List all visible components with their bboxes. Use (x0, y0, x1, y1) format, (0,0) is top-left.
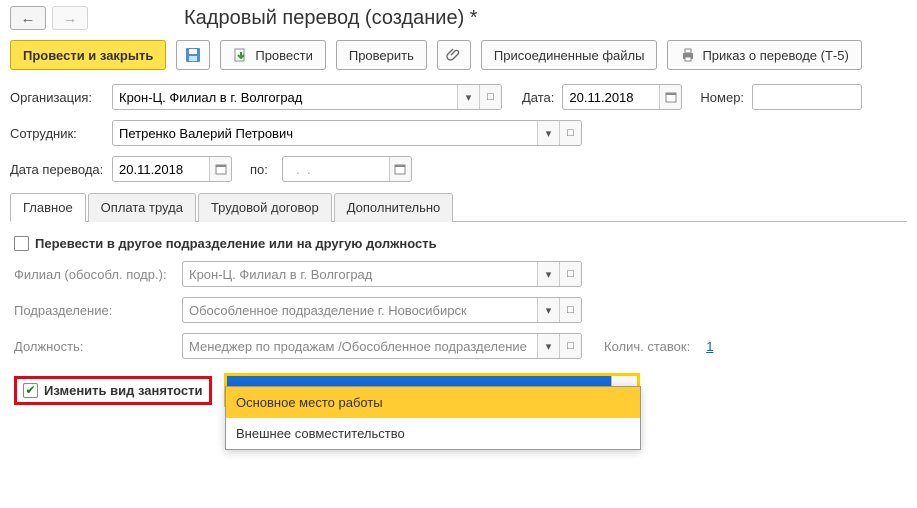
transfer-date-calendar-button[interactable] (209, 157, 231, 181)
calendar-icon (394, 163, 406, 175)
transfer-checkbox-label: Перевести в другое подразделение или на … (35, 236, 437, 251)
tab-additional[interactable]: Дополнительно (334, 193, 454, 222)
save-icon (185, 47, 201, 63)
org-open-button[interactable]: □ (479, 85, 501, 109)
department-open-button: □ (559, 298, 581, 322)
post-button[interactable]: Провести (220, 40, 326, 70)
tab-main[interactable]: Главное (10, 193, 86, 222)
number-input[interactable] (753, 85, 861, 109)
position-label: Должность: (14, 339, 174, 354)
employee-label: Сотрудник: (10, 126, 104, 141)
post-icon (233, 47, 249, 63)
rates-label: Колич. ставок: (604, 339, 690, 354)
print-order-button[interactable]: Приказ о переводе (Т-5) (667, 40, 861, 70)
position-dropdown-button: ▾ (537, 334, 559, 358)
paperclip-icon (446, 47, 462, 63)
employment-option-external[interactable]: Внешнее совместительство (226, 418, 640, 449)
to-date-calendar-button[interactable] (389, 157, 411, 181)
date-calendar-button[interactable] (659, 85, 681, 109)
transfer-checkbox[interactable] (14, 236, 29, 251)
rates-link[interactable]: 1 (706, 339, 713, 354)
employment-checkbox-label: Изменить вид занятости (44, 383, 203, 398)
employment-checkbox[interactable] (23, 383, 38, 398)
save-button[interactable] (176, 40, 210, 70)
calendar-icon (665, 91, 677, 103)
position-input (183, 334, 537, 358)
transfer-date-input[interactable] (113, 157, 209, 181)
org-input[interactable] (113, 85, 457, 109)
tab-payment[interactable]: Оплата труда (88, 193, 196, 222)
nav-back-button[interactable]: ← (10, 6, 46, 30)
branch-open-button: □ (559, 262, 581, 286)
employee-dropdown-button[interactable]: ▾ (537, 121, 559, 145)
check-button[interactable]: Проверить (336, 40, 427, 70)
to-label: по: (250, 162, 268, 177)
to-date-input[interactable] (283, 157, 389, 181)
transfer-date-label: Дата перевода: (10, 162, 104, 177)
employee-open-button[interactable]: □ (559, 121, 581, 145)
org-dropdown-button[interactable]: ▾ (457, 85, 479, 109)
employee-input[interactable] (113, 121, 537, 145)
department-input (183, 298, 537, 322)
employment-option-main[interactable]: Основное место работы (226, 387, 640, 418)
page-title: Кадровый перевод (создание) * (184, 7, 478, 30)
attach-button[interactable] (437, 40, 471, 70)
printer-icon (680, 47, 696, 63)
department-dropdown-button: ▾ (537, 298, 559, 322)
nav-forward-button[interactable]: → (52, 6, 88, 30)
branch-dropdown-button: ▾ (537, 262, 559, 286)
tab-contract[interactable]: Трудовой договор (198, 193, 332, 222)
number-label: Номер: (700, 90, 744, 105)
employment-dropdown[interactable]: Основное место работы Внешнее совместите… (225, 386, 641, 450)
date-input[interactable] (563, 85, 659, 109)
org-label: Организация: (10, 90, 104, 105)
calendar-icon (215, 163, 227, 175)
attached-files-button[interactable]: Присоединенные файлы (481, 40, 658, 70)
date-label: Дата: (522, 90, 554, 105)
department-label: Подразделение: (14, 303, 174, 318)
position-open-button: □ (559, 334, 581, 358)
post-and-close-button[interactable]: Провести и закрыть (10, 40, 166, 70)
branch-input (183, 262, 537, 286)
branch-label: Филиал (обособл. подр.): (14, 267, 174, 282)
